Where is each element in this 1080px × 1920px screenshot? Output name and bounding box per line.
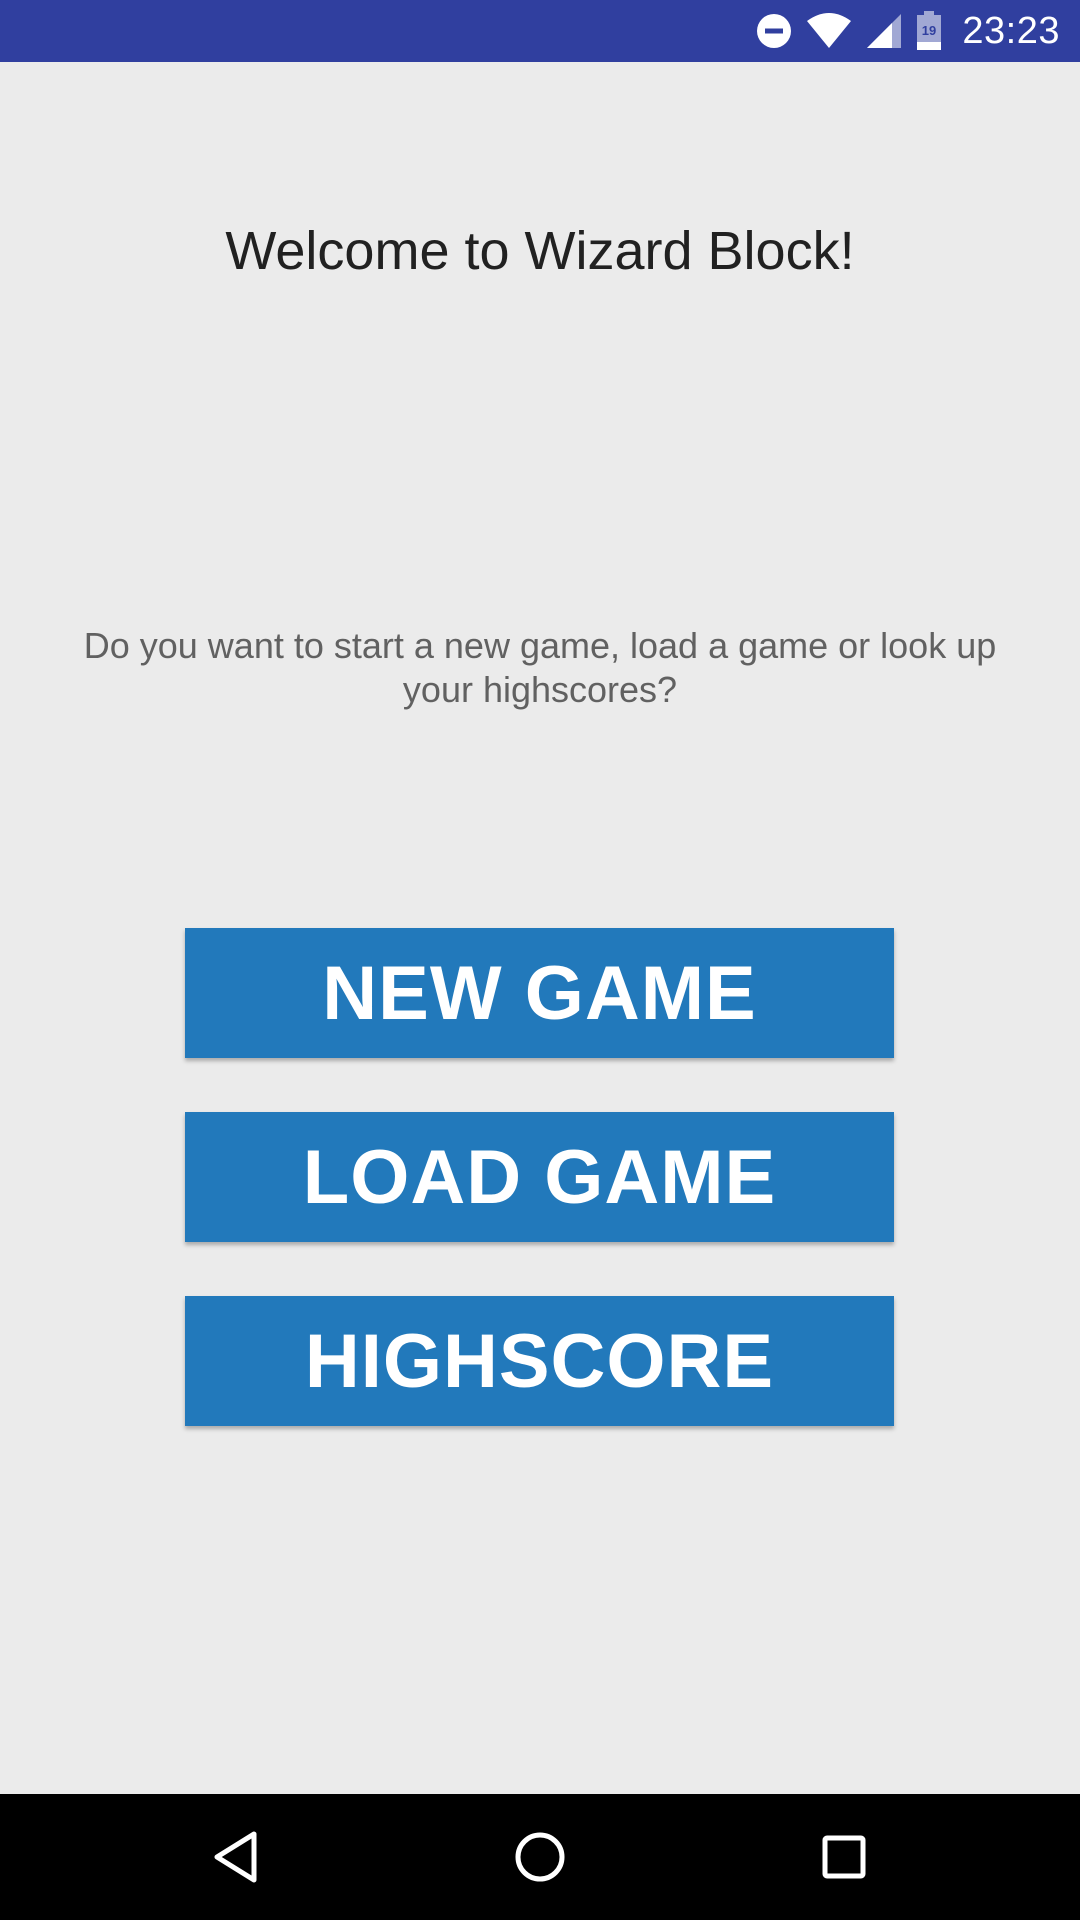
wifi-icon (806, 13, 852, 49)
home-icon[interactable] (510, 1827, 570, 1887)
navigation-bar (0, 1794, 1080, 1920)
highscore-button[interactable]: HIGHSCORE (185, 1296, 894, 1426)
battery-level: 19 (922, 23, 936, 38)
new-game-button[interactable]: NEW GAME (185, 928, 894, 1058)
do-not-disturb-icon (756, 13, 792, 49)
status-time: 23:23 (962, 9, 1060, 52)
main-content: Welcome to Wizard Block! Do you want to … (0, 62, 1080, 1794)
load-game-button[interactable]: LOAD GAME (185, 1112, 894, 1242)
cell-signal-icon (866, 13, 902, 49)
prompt-text: Do you want to start a new game, load a … (83, 625, 997, 710)
battery-icon: 19 (916, 11, 942, 51)
recents-icon[interactable] (814, 1827, 874, 1887)
back-icon[interactable] (206, 1827, 266, 1887)
status-bar: 19 23:23 (0, 0, 1080, 62)
page-title: Welcome to Wizard Block! (225, 221, 855, 281)
